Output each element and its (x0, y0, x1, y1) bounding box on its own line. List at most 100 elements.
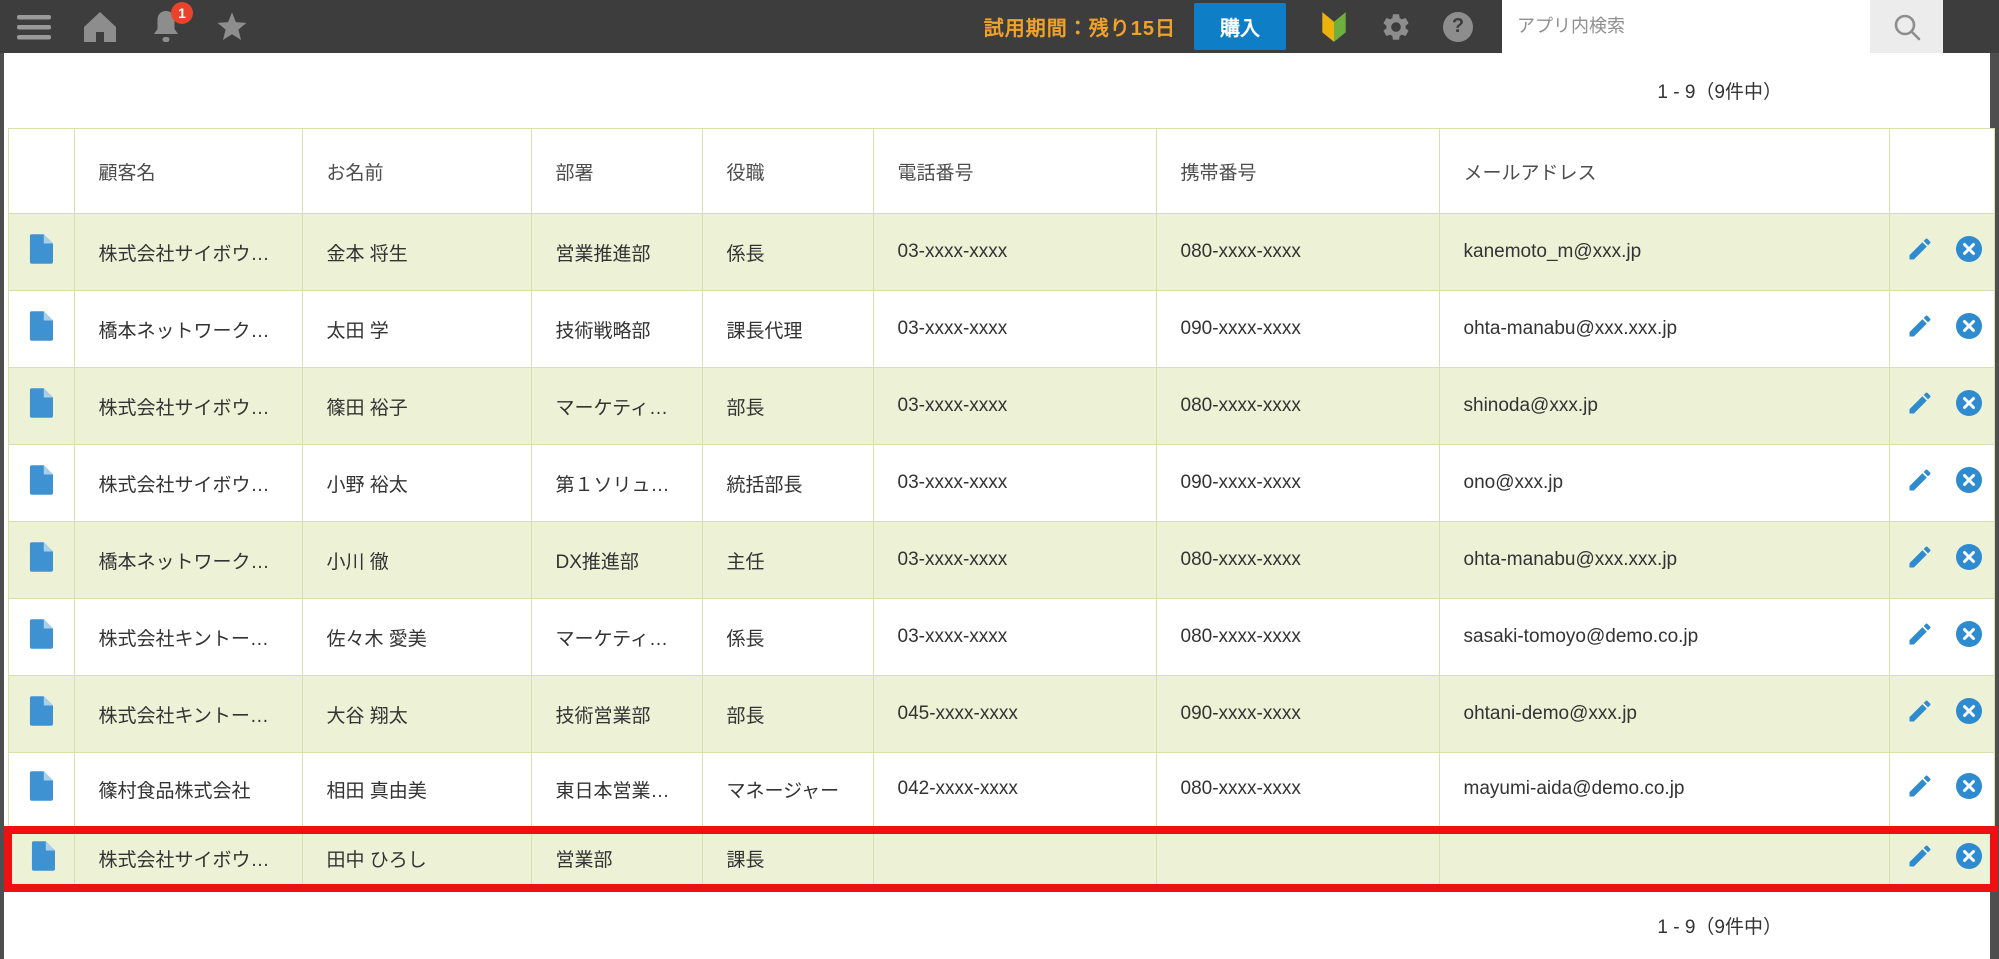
phone-link[interactable]: 03-xxxx-xxxx (872, 521, 1157, 599)
phone-link[interactable] (872, 829, 1157, 888)
pencil-icon (1909, 315, 1931, 337)
x-circle-icon (1955, 313, 1982, 339)
open-record-button[interactable] (29, 542, 53, 578)
mobile-link[interactable]: 080-xxxx-xxxx (1155, 598, 1440, 676)
delete-record-button[interactable] (1955, 312, 1983, 346)
cell-department: 東日本営業… (530, 752, 703, 830)
email-link[interactable]: shinoda@xxx.jp (1438, 367, 1890, 445)
edit-record-button[interactable] (1906, 235, 1934, 269)
delete-record-button[interactable] (1955, 235, 1983, 269)
email-link[interactable] (1438, 829, 1890, 888)
notification-badge: 1 (171, 1, 193, 24)
edit-record-button[interactable] (1906, 543, 1934, 577)
open-record-button[interactable] (31, 840, 55, 877)
email-link[interactable]: kanemoto_m@xxx.jp (1438, 213, 1890, 291)
phone-link[interactable]: 045-xxxx-xxxx (872, 675, 1157, 753)
delete-record-button[interactable] (1955, 772, 1983, 806)
email-link[interactable]: ohtani-demo@xxx.jp (1438, 675, 1890, 753)
email-link[interactable]: ohta-manabu@xxx.xxx.jp (1438, 290, 1890, 368)
email-link[interactable]: ono@xxx.jp (1438, 444, 1890, 522)
table-row: 株式会社サイボウ… 篠田 裕子 マーケティ… 部長 03-xxxx-xxxx 0… (7, 367, 1995, 445)
phone-link[interactable]: 03-xxxx-xxxx (872, 290, 1157, 368)
customer-name-link[interactable]: 株式会社サイボウ… (73, 367, 303, 445)
delete-record-button[interactable] (1955, 466, 1983, 500)
search-submit-button[interactable] (1870, 0, 1943, 53)
customer-name-link[interactable]: 株式会社キントー… (73, 598, 303, 676)
hamburger-menu-button[interactable] (16, 9, 52, 45)
row-actions-cell (1888, 290, 1995, 368)
mobile-link[interactable]: 080-xxxx-xxxx (1155, 367, 1440, 445)
column-header-2[interactable]: 部署 (530, 128, 703, 214)
content-area: 1 - 9（9件中） 顧客名 お名前 部署 役職 電話番号 携帯番号 メールアドレス 株式 (0, 53, 1999, 959)
help-button[interactable]: ? (1440, 9, 1476, 45)
column-header-1[interactable]: お名前 (301, 128, 532, 214)
column-header-6[interactable]: メールアドレス (1438, 128, 1890, 214)
edit-record-button[interactable] (1906, 620, 1934, 654)
mobile-link[interactable]: 090-xxxx-xxxx (1155, 290, 1440, 368)
row-actions-cell (1888, 521, 1995, 599)
cell-name: 相田 真由美 (301, 752, 532, 830)
email-link[interactable]: mayumi-aida@demo.co.jp (1438, 752, 1890, 830)
phone-link[interactable]: 03-xxxx-xxxx (872, 213, 1157, 291)
pencil-icon (1909, 844, 1931, 866)
cell-department: 営業部 (530, 829, 703, 888)
customer-name-link[interactable]: 株式会社サイボウ… (73, 213, 303, 291)
delete-record-button[interactable] (1955, 389, 1983, 423)
document-icon (29, 234, 53, 264)
column-header-4[interactable]: 電話番号 (872, 128, 1157, 214)
column-header-3[interactable]: 役職 (701, 128, 874, 214)
record-icon-cell (7, 367, 75, 445)
mobile-link[interactable]: 090-xxxx-xxxx (1155, 444, 1440, 522)
customer-name-link[interactable]: 株式会社サイボウ… (73, 444, 303, 522)
phone-link[interactable]: 03-xxxx-xxxx (872, 598, 1157, 676)
edit-record-button[interactable] (1906, 389, 1934, 423)
edit-record-button[interactable] (1906, 842, 1934, 876)
phone-link[interactable]: 042-xxxx-xxxx (872, 752, 1157, 830)
column-header-5[interactable]: 携帯番号 (1155, 128, 1440, 214)
row-actions-cell (1888, 444, 1995, 522)
favorites-button[interactable] (214, 9, 250, 45)
phone-link[interactable]: 03-xxxx-xxxx (872, 444, 1157, 522)
mobile-link[interactable]: 080-xxxx-xxxx (1155, 752, 1440, 830)
cell-name: 小野 裕太 (301, 444, 532, 522)
edit-record-button[interactable] (1906, 312, 1934, 346)
pencil-icon (1909, 623, 1931, 645)
customer-name-link[interactable]: 橋本ネットワーク… (73, 521, 303, 599)
edit-record-button[interactable] (1906, 697, 1934, 731)
buy-button[interactable]: 購入 (1194, 3, 1286, 50)
mobile-link[interactable]: 090-xxxx-xxxx (1155, 675, 1440, 753)
beginner-guide-button[interactable] (1316, 9, 1352, 45)
mobile-link[interactable]: 080-xxxx-xxxx (1155, 521, 1440, 599)
open-record-button[interactable] (29, 696, 53, 732)
row-actions-cell (1888, 598, 1995, 676)
delete-record-button[interactable] (1955, 697, 1983, 731)
open-record-button[interactable] (29, 619, 53, 655)
mobile-link[interactable]: 080-xxxx-xxxx (1155, 213, 1440, 291)
open-record-button[interactable] (29, 465, 53, 501)
customer-name-link[interactable]: 橋本ネットワーク… (73, 290, 303, 368)
delete-record-button[interactable] (1955, 543, 1983, 577)
delete-record-button[interactable] (1955, 842, 1983, 876)
home-button[interactable] (82, 9, 118, 45)
column-header-0[interactable]: 顧客名 (73, 128, 303, 214)
customer-name-link[interactable]: 株式会社キントー… (73, 675, 303, 753)
cell-position: 部長 (701, 675, 874, 753)
delete-record-button[interactable] (1955, 620, 1983, 654)
open-record-button[interactable] (29, 771, 53, 807)
header-actions-column (1888, 128, 1995, 214)
edit-record-button[interactable] (1906, 466, 1934, 500)
open-record-button[interactable] (29, 388, 53, 424)
email-link[interactable]: sasaki-tomoyo@demo.co.jp (1438, 598, 1890, 676)
customer-name-link[interactable]: 篠村食品株式会社 (73, 752, 303, 830)
notifications-button[interactable]: 1 (148, 1, 193, 45)
app-search-input[interactable] (1502, 0, 1870, 53)
open-record-button[interactable] (29, 234, 53, 270)
edit-record-button[interactable] (1906, 772, 1934, 806)
phone-link[interactable]: 03-xxxx-xxxx (872, 367, 1157, 445)
open-record-button[interactable] (29, 311, 53, 347)
customer-name-link[interactable]: 株式会社サイボウ… (73, 829, 303, 888)
mobile-link[interactable] (1155, 829, 1440, 888)
pencil-icon (1909, 392, 1931, 414)
email-link[interactable]: ohta-manabu@xxx.xxx.jp (1438, 521, 1890, 599)
settings-button[interactable] (1378, 9, 1414, 45)
